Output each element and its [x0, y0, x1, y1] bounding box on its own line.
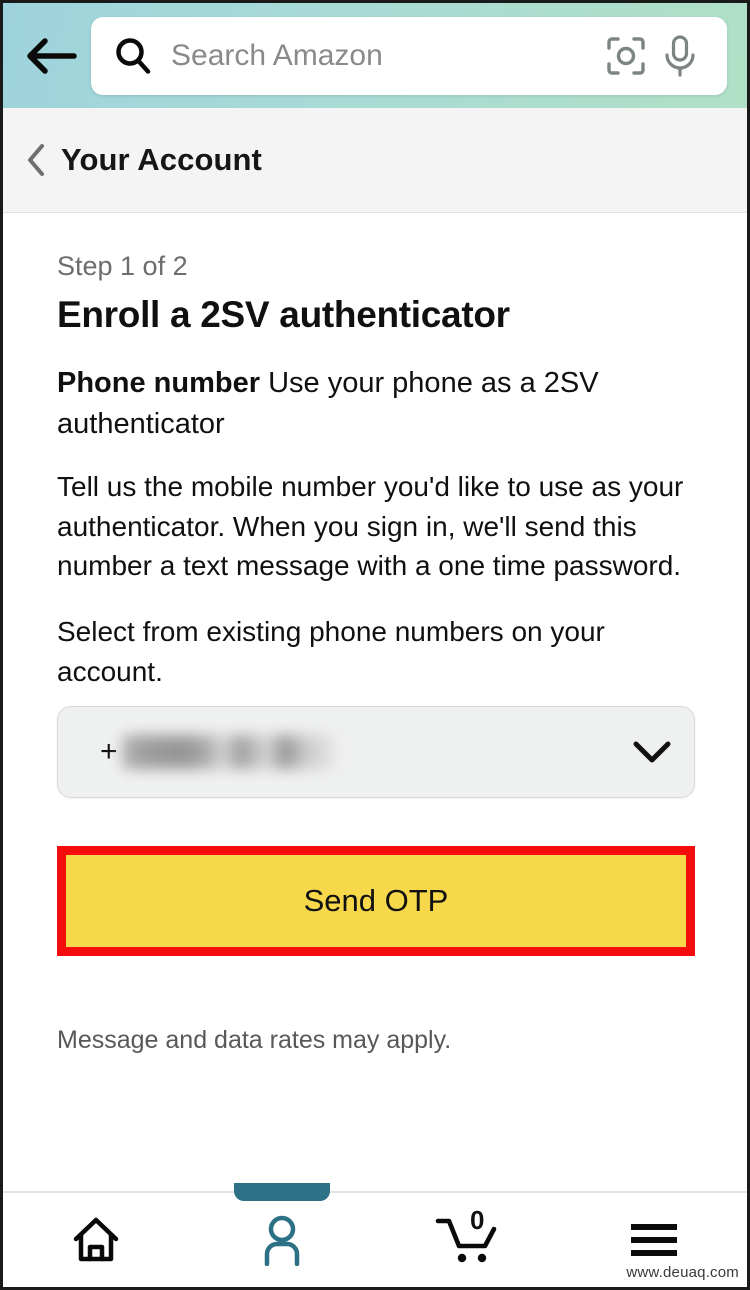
search-icon: [113, 36, 153, 76]
home-icon: [70, 1215, 122, 1265]
phone-number-redacted-value: [122, 735, 336, 769]
chevron-down-icon: [632, 739, 672, 765]
lens-scan-icon: [605, 35, 647, 77]
search-bar[interactable]: [91, 17, 727, 95]
phone-prefix: +: [100, 737, 118, 767]
search-input[interactable]: [153, 39, 599, 73]
send-otp-button[interactable]: Send OTP: [66, 855, 686, 947]
watermark: www.deuaq.com: [626, 1264, 739, 1281]
active-tab-indicator: [234, 1183, 330, 1201]
page-title: Enroll a 2SV authenticator: [57, 294, 695, 337]
main-content: Step 1 of 2 Enroll a 2SV authenticator P…: [3, 213, 747, 1055]
back-arrow-icon: [27, 38, 77, 74]
microphone-button[interactable]: [653, 29, 707, 83]
app-screen: Your Account Step 1 of 2 Enroll a 2SV au…: [0, 0, 750, 1290]
top-header: [3, 3, 747, 108]
body-text: Tell us the mobile number you'd like to …: [57, 467, 695, 586]
phone-number-select[interactable]: +: [57, 706, 695, 798]
cart-icon: [435, 1213, 501, 1267]
chevron-left-icon: [25, 143, 47, 177]
hamburger-menu-icon: [626, 1219, 682, 1261]
send-otp-highlight: Send OTP: [57, 846, 695, 956]
lens-scan-button[interactable]: [599, 29, 653, 83]
step-label: Step 1 of 2: [57, 251, 695, 282]
select-label: Select from existing phone numbers on yo…: [57, 612, 695, 692]
nav-item-account[interactable]: [189, 1193, 375, 1287]
breadcrumb[interactable]: Your Account: [3, 108, 747, 213]
back-button[interactable]: [21, 25, 83, 87]
section-heading: Phone number Use your phone as a 2SV aut…: [57, 363, 695, 445]
nav-item-home[interactable]: [3, 1193, 189, 1287]
person-icon: [259, 1214, 305, 1266]
breadcrumb-label: Your Account: [61, 142, 262, 178]
cart-count-badge: 0: [470, 1207, 484, 1233]
nav-item-cart[interactable]: 0: [375, 1193, 561, 1287]
microphone-icon: [660, 34, 700, 78]
rates-note: Message and data rates may apply.: [57, 1026, 695, 1055]
section-title: Phone number: [57, 367, 260, 399]
